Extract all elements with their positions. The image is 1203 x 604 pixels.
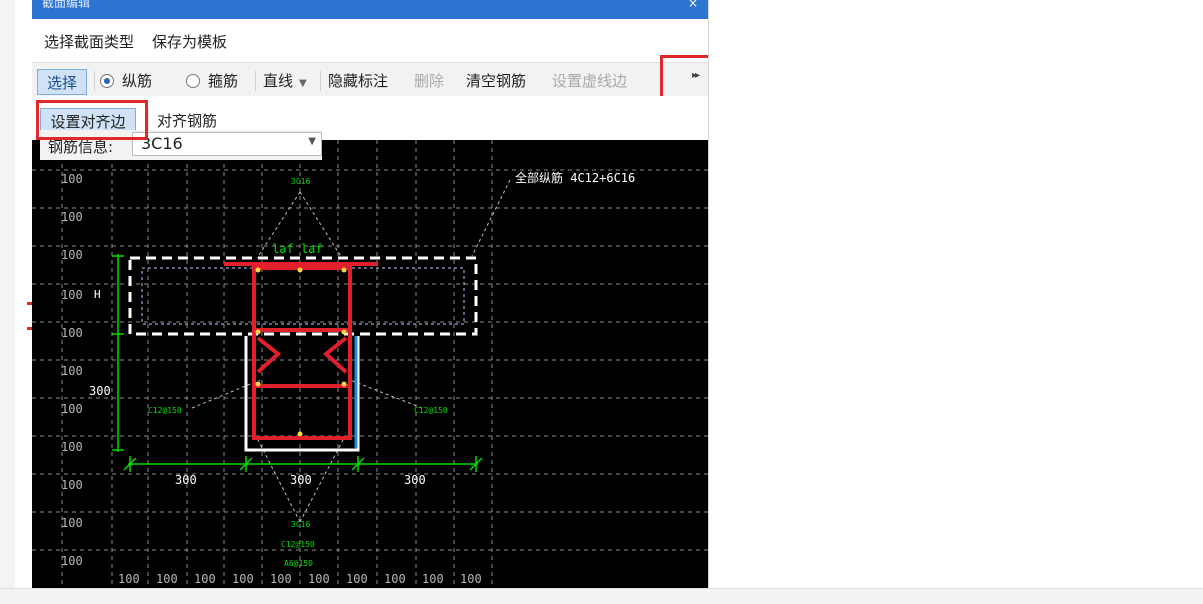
grid-lines [32,140,708,588]
bottom-status-strip [0,588,1203,604]
all-longitudinal-label: 全部纵筋 4C12+6C16 [515,171,636,185]
more-tools-icon[interactable]: ▸▸ [692,70,700,81]
drawing-canvas[interactable]: 100 100 100 100 100 100 100 100 100 100 … [32,140,708,588]
close-icon[interactable]: × [688,0,698,10]
bottom-rebar-label: 3C16 [291,520,311,529]
set-dashed-edge-button[interactable]: 设置虚线边 [552,70,627,92]
radio-selected-icon [100,74,114,88]
rebar-toolbar: 选择 纵筋 箍筋 直线 ▼ 隐藏标注 删除 清空钢筋 设置虚线边 [32,62,708,97]
grid-label: 100 [384,572,406,586]
dim-height-label: 300 [89,384,111,398]
grid-label: 100 [61,364,83,378]
grid-label: 100 [194,572,216,586]
h-label: H [94,288,101,301]
title-bar: 截面编辑 × [32,0,708,19]
right-stirrup-label: C12@150 [414,406,448,415]
highlight-box-more [660,55,708,100]
grid-label: 100 [232,572,254,586]
dim-right-label: 300 [404,473,426,487]
grid-label: 100 [346,572,368,586]
grid-label: 100 [61,210,83,224]
longitudinal-label: 纵筋 [122,72,153,90]
menu-select-section-type[interactable]: 选择截面类型 [32,31,143,52]
grid-label: 100 [61,402,83,416]
grid-label: 100 [422,572,444,586]
hide-annotation-button[interactable]: 隐藏标注 [328,70,388,92]
laf-label: laf laf [272,242,323,256]
grid-label: 100 [118,572,140,586]
bottom-stirrup-label: C12@150 [281,540,315,549]
section-drawing [32,140,708,588]
grid-label: 100 [61,516,83,530]
stirrup-label: 箍筋 [208,72,239,90]
toolbar-divider [320,71,321,91]
rebar-dots [255,267,347,437]
top-rebar-label: 3C16 [291,177,311,186]
delete-button[interactable]: 删除 [414,70,444,92]
longitudinal-radio[interactable]: 纵筋 [100,70,152,92]
toolbar-divider [255,71,256,91]
dim-left-label: 300 [175,473,197,487]
grid-label: 100 [270,572,292,586]
bottom-tie-label: A6@150 [284,559,313,568]
grid-label: 100 [61,478,83,492]
grid-label: 100 [61,326,83,340]
section-editor-dialog: 截面编辑 × 选择截面类型 保存为模板 选择 纵筋 箍筋 直线 ▼ 隐藏标注 删除… [32,0,709,588]
clear-rebar-button[interactable]: 清空钢筋 [466,70,526,92]
window-title: 截面编辑 [42,0,91,10]
highlight-box-set-align [36,100,148,140]
left-stirrup-label: C12@150 [148,406,182,415]
dim-mid-label: 300 [290,473,312,487]
dropdown-arrow-icon: ▼ [308,136,316,147]
toolbar-divider [94,71,95,91]
grid-label: 100 [61,440,83,454]
line-label: 直线 [263,72,294,90]
select-button[interactable]: 选择 [37,69,87,95]
grid-label: 100 [460,572,482,586]
menu-save-as-template[interactable]: 保存为模板 [143,31,236,52]
grid-label: 100 [61,288,83,302]
menu-bar: 选择截面类型 保存为模板 [32,26,236,56]
grid-label: 100 [61,172,83,186]
stirrup-radio[interactable]: 箍筋 [186,70,238,92]
dropdown-arrow-icon: ▼ [299,78,307,89]
grid-label: 100 [156,572,178,586]
grid-label: 100 [61,554,83,568]
grid-label: 100 [308,572,330,586]
grid-label: 100 [61,248,83,262]
left-panel-strip [0,0,15,588]
radio-unselected-icon [186,74,200,88]
line-dropdown[interactable]: 直线 ▼ [263,70,307,92]
rebar-info-combobox[interactable]: 3C16 ▼ [132,132,322,156]
